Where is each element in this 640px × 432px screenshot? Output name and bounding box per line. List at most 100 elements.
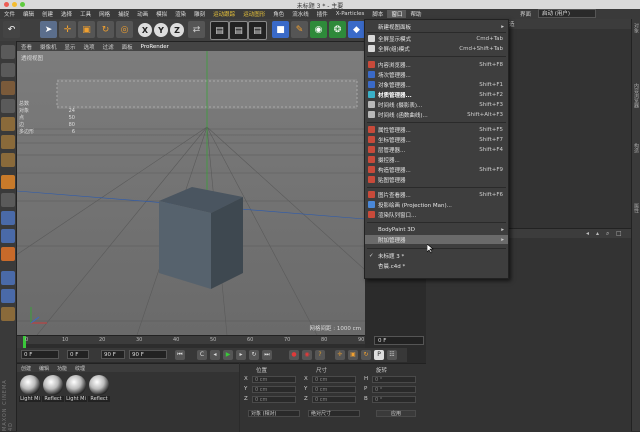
menu-item-1[interactable]: 编辑 (19, 10, 38, 18)
undo-button[interactable]: ↶ (3, 21, 20, 38)
move-tool-button[interactable]: ✛ (59, 21, 76, 38)
coordinate-system-button[interactable]: ⇄ (188, 21, 205, 38)
window-menu-item[interactable]: 坐标管理器... Shift+F7 (365, 135, 508, 144)
record-button[interactable]: ● (289, 350, 299, 360)
keyframe-selection-button[interactable]: ? (315, 350, 325, 360)
window-menu-item[interactable]: 时间线 (函数曲线)... Shift+Alt+F3 (365, 110, 508, 119)
window-menu-item[interactable]: 内容浏览器... Shift+F8 (365, 60, 508, 69)
model-mode-icon[interactable] (1, 63, 15, 77)
paint-icon[interactable] (1, 271, 15, 285)
last-tool-button[interactable]: ◎ (116, 21, 133, 38)
nurbs-button[interactable]: ◉ (310, 21, 327, 38)
menu-item-10[interactable]: 雕刻 (190, 10, 209, 18)
prev-frame-button[interactable]: ◂ (210, 350, 220, 360)
edges-mode-icon[interactable] (1, 135, 15, 149)
window-menu-item[interactable]: 摄控器... (365, 155, 508, 164)
scale-key-button[interactable]: ▣ (348, 350, 358, 360)
rotation-field[interactable]: 0 ° (372, 386, 416, 393)
window-menu-item[interactable]: 贴图管理器 (365, 175, 508, 184)
size-field[interactable]: 0 cm (312, 376, 356, 383)
menu-item-11[interactable]: 运动跟踪 (209, 10, 239, 18)
position-field[interactable]: 0 cm (252, 396, 296, 403)
side-tab[interactable]: 属性 (633, 203, 640, 213)
workplane-icon[interactable] (1, 99, 15, 113)
window-menu-item[interactable]: BodyPaint 3D ▸ (365, 225, 508, 234)
position-key-button[interactable]: ✛ (335, 350, 345, 360)
window-menu-item[interactable]: 材质管理器... Shift+F2 (365, 90, 508, 99)
prev-key-button[interactable]: C (197, 350, 207, 360)
tweak-mode-icon[interactable] (1, 193, 15, 207)
window-menu-item[interactable]: 构造管理器... Shift+F9 (365, 165, 508, 174)
side-tab[interactable]: 内容浏览器 (633, 83, 640, 108)
lock-icon[interactable] (1, 307, 15, 321)
points-mode-icon[interactable] (1, 117, 15, 131)
rotation-field[interactable]: 0 ° (372, 396, 416, 403)
position-field[interactable]: 0 cm (252, 376, 296, 383)
array-button[interactable]: ❂ (329, 21, 346, 38)
x-axis-lock-button[interactable]: X (138, 23, 152, 37)
cube-object-button[interactable]: ■ (272, 21, 289, 38)
grid-icon[interactable] (1, 289, 15, 303)
apply-button[interactable]: 应用 (376, 410, 416, 417)
start-frame-field[interactable]: 0 F (21, 350, 59, 359)
y-axis-lock-button[interactable]: Y (154, 23, 168, 37)
side-tab[interactable]: 构造 (633, 143, 640, 153)
window-menu-item[interactable]: 投影绘画 (Projection Man)... (365, 200, 508, 209)
window-menu-item[interactable]: 渲染队列窗口... (365, 210, 508, 219)
render-view-button[interactable]: ▤ (210, 21, 229, 40)
next-key-button[interactable]: ↻ (249, 350, 259, 360)
menu-item-0[interactable]: 文件 (0, 10, 19, 18)
window-menu-item[interactable]: 新建视图面板 ▸ (365, 22, 508, 31)
texture-mode-icon[interactable] (1, 81, 15, 95)
next-frame-button[interactable]: ▸ (236, 350, 246, 360)
menu-item-5[interactable]: 网格 (95, 10, 114, 18)
viewport-menu-item[interactable]: ProRender (137, 44, 173, 50)
menu-item-8[interactable]: 模拟 (152, 10, 171, 18)
snap-icon[interactable] (1, 211, 15, 225)
menu-item-12[interactable]: 运动图形 (239, 10, 269, 18)
axis-mode-icon[interactable] (1, 175, 15, 189)
window-menu-item[interactable]: 对象管理器... Shift+F1 (365, 80, 508, 89)
menu-item-17[interactable]: 脚本 (368, 10, 387, 18)
window-menu-item[interactable]: ✓ 未标题 3 * (365, 251, 508, 260)
attr-search-icon[interactable]: ⌕ (606, 230, 609, 238)
attr-lock-icon[interactable]: □ (616, 230, 622, 237)
window-menu-item[interactable]: 场次管理器... (365, 70, 508, 79)
position-field[interactable]: 0 cm (252, 386, 296, 393)
menu-item-6[interactable]: 捕捉 (114, 10, 133, 18)
make-editable-icon[interactable] (1, 45, 15, 59)
scale-tool-button[interactable]: ▣ (78, 21, 95, 38)
viewport-menu-item[interactable]: 选项 (80, 43, 99, 51)
viewport-menu-item[interactable]: 显示 (61, 43, 80, 51)
window-menu-item[interactable]: 附加管理器 ▸ (365, 235, 508, 244)
menu-item-3[interactable]: 选择 (57, 10, 76, 18)
window-menu-item[interactable]: 时间线 (摄影表)... Shift+F3 (365, 100, 508, 109)
menu-item-9[interactable]: 渲染 (171, 10, 190, 18)
rotation-key-button[interactable]: ↻ (361, 350, 371, 360)
material-swatch[interactable]: Reflect (88, 375, 110, 405)
goto-start-button[interactable]: ⏮ (175, 350, 185, 360)
current-frame-field[interactable]: 0 F (374, 336, 424, 345)
menu-item-15[interactable]: 插件 (313, 10, 332, 18)
end-frame-field[interactable]: 90 F (101, 350, 125, 359)
material-swatch[interactable]: Light Mi (65, 375, 87, 405)
polygons-mode-icon[interactable] (1, 153, 15, 167)
pla-key-button[interactable]: ☷ (387, 350, 397, 360)
param-key-button[interactable]: P (374, 350, 384, 360)
play-button[interactable]: ▶ (223, 350, 233, 360)
material-menu-item[interactable]: 功能 (53, 365, 71, 372)
deformer-button[interactable]: ◆ (348, 21, 365, 38)
material-menu-item[interactable]: 创建 (17, 365, 35, 372)
window-menu-item[interactable]: 全屏(组)模式 Cmd+Shift+Tab (365, 44, 508, 53)
menu-item-4[interactable]: 工具 (76, 10, 95, 18)
menu-item-7[interactable]: 动画 (133, 10, 152, 18)
rotate-tool-button[interactable]: ↻ (97, 21, 114, 38)
autokey-button[interactable]: ◉ (302, 350, 312, 360)
sculpt-icon[interactable] (1, 247, 15, 261)
side-tab[interactable]: 对象 (633, 23, 640, 33)
menu-item-19[interactable]: 帮助 (406, 10, 425, 18)
magnet-icon[interactable] (1, 229, 15, 243)
window-menu-item[interactable]: 图片查看器... Shift+F6 (365, 190, 508, 199)
select-tool-button[interactable]: ➤ (40, 21, 57, 38)
current-frame-field[interactable]: 0 F (67, 350, 89, 359)
